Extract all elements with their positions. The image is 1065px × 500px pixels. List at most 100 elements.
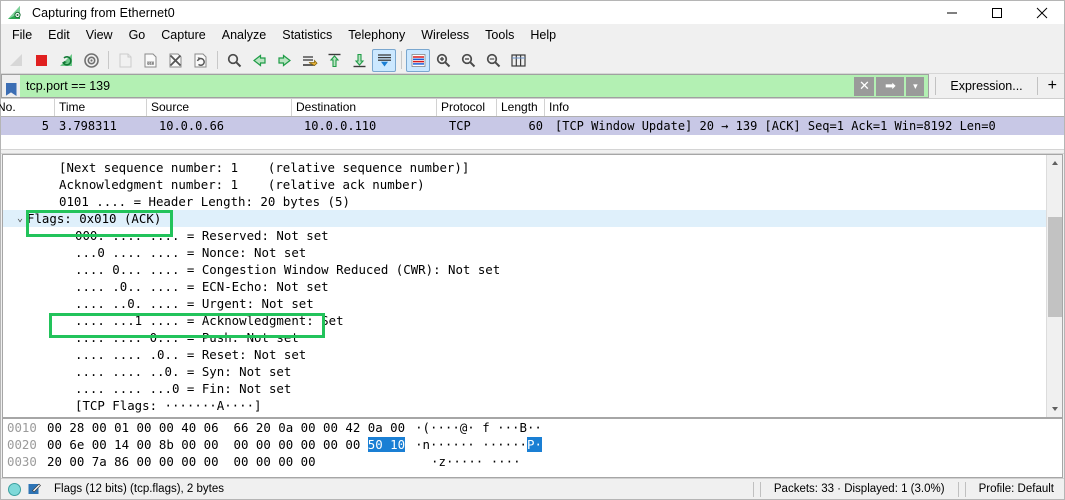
menu-capture[interactable]: Capture — [153, 25, 213, 46]
details-vertical-scrollbar[interactable] — [1046, 155, 1062, 417]
save-file-icon[interactable]: 010 — [138, 49, 162, 72]
go-to-first-packet-icon[interactable] — [322, 49, 346, 72]
minimize-button[interactable] — [929, 1, 974, 24]
detail-tree-label: [Next sequence number: 1 (relative seque… — [59, 160, 470, 175]
scrollbar-thumb[interactable] — [1048, 217, 1062, 317]
menu-analyze[interactable]: Analyze — [214, 25, 274, 46]
packet-details-pane: [Next sequence number: 1 (relative seque… — [2, 154, 1063, 418]
add-filter-button-button[interactable]: + — [1044, 74, 1064, 98]
filter-expression-button[interactable]: Expression... — [942, 74, 1030, 98]
scroll-down-arrow-icon[interactable] — [1047, 401, 1062, 417]
detail-tree-row[interactable]: .... 0... .... = Congestion Window Reduc… — [3, 261, 1046, 278]
column-header-length[interactable]: Length — [497, 99, 545, 116]
detail-tree-row[interactable]: .... ..0. .... = Urgent: Not set — [3, 295, 1046, 312]
status-profile[interactable]: Profile: Default — [969, 483, 1064, 495]
menu-help[interactable]: Help — [522, 25, 564, 46]
detail-tree-row[interactable]: 000. .... .... = Reserved: Not set — [3, 227, 1046, 244]
open-file-icon[interactable] — [113, 49, 137, 72]
toolbar-separator — [108, 51, 109, 69]
clear-filter-button[interactable]: ✕ — [854, 76, 875, 96]
display-filter-input[interactable]: tcp.port == 139 — [20, 74, 855, 98]
stop-capture-icon[interactable] — [29, 49, 53, 72]
find-packet-icon[interactable] — [222, 49, 246, 72]
detail-tree-label: .... .... 0... = Push: Not set — [75, 330, 299, 345]
chevron-down-icon[interactable]: ⌄ — [13, 210, 27, 227]
main-toolbar: 010 — [1, 47, 1064, 74]
toolbar-separator — [401, 51, 402, 69]
cell-protocol: TCP — [449, 119, 471, 133]
menu-bar: File Edit View Go Capture Analyze Statis… — [1, 24, 1064, 47]
go-back-icon[interactable] — [247, 49, 271, 72]
packet-list-pane: No. Time Source Destination Protocol Len… — [0, 99, 1064, 149]
column-header-info[interactable]: Info — [545, 99, 1064, 116]
detail-tree-row[interactable]: ⌄ Flags: 0x010 (ACK) — [3, 210, 1046, 227]
resize-columns-icon[interactable] — [506, 49, 530, 72]
cell-time: 3.798311 — [59, 119, 117, 133]
detail-tree-row[interactable]: [Next sequence number: 1 (relative seque… — [3, 159, 1046, 176]
menu-edit[interactable]: Edit — [40, 25, 78, 46]
go-to-last-packet-icon[interactable] — [347, 49, 371, 72]
hex-offset: 0020 — [7, 437, 37, 452]
detail-tree-row[interactable]: .... ...1 .... = Acknowledgment: Set — [3, 312, 1046, 329]
capture-comment-icon[interactable] — [28, 483, 42, 496]
menu-view[interactable]: View — [78, 25, 121, 46]
column-header-source[interactable]: Source — [147, 99, 292, 116]
restart-capture-icon[interactable] — [54, 49, 78, 72]
menu-tools[interactable]: Tools — [477, 25, 522, 46]
detail-tree-row[interactable]: 0101 .... = Header Length: 20 bytes (5) — [3, 193, 1046, 210]
apply-filter-button[interactable]: ➡ — [876, 76, 905, 96]
detail-tree-row[interactable]: ...0 .... .... = Nonce: Not set — [3, 244, 1046, 261]
colorize-packets-icon[interactable] — [406, 48, 430, 72]
expert-info-bubble-icon[interactable] — [8, 482, 21, 496]
table-row[interactable]: 5 3.798311 10.0.0.66 10.0.0.110 TCP 60 [… — [1, 117, 1064, 135]
filter-history-dropdown-icon[interactable]: ▾ — [906, 76, 925, 96]
close-button[interactable] — [1019, 1, 1064, 24]
hex-bytes: 00 28 00 01 00 00 40 06 66 20 0a 00 00 4… — [47, 420, 406, 435]
go-forward-icon[interactable] — [272, 49, 296, 72]
column-header-time[interactable]: Time — [55, 99, 147, 116]
menu-wireless[interactable]: Wireless — [413, 25, 477, 46]
detail-tree-label: .... ..0. .... = Urgent: Not set — [75, 296, 314, 311]
menu-go[interactable]: Go — [121, 25, 154, 46]
reload-file-icon[interactable] — [188, 49, 212, 72]
auto-scroll-icon[interactable] — [372, 48, 396, 72]
status-capture-stats-group: Packets: 33 · Displayed: 1 (3.0%) Profil… — [750, 481, 1064, 497]
detail-tree-label: .... .... ..0. = Syn: Not set — [75, 364, 292, 379]
column-header-no[interactable]: No. — [0, 99, 55, 116]
scroll-up-arrow-icon[interactable] — [1047, 155, 1062, 171]
hex-offset: 0010 — [7, 420, 37, 435]
maximize-button[interactable] — [974, 1, 1019, 24]
go-to-packet-icon[interactable] — [297, 49, 321, 72]
svg-text:010: 010 — [147, 61, 154, 65]
filter-buttons: ✕ ➡ ▾ — [854, 74, 930, 98]
column-header-protocol[interactable]: Protocol — [437, 99, 497, 116]
capture-options-icon[interactable] — [79, 49, 103, 72]
hex-bytes: 00 6e 00 14 00 8b 00 00 00 00 00 00 00 0… — [47, 437, 406, 452]
packet-bytes-pane[interactable]: 0010 00 28 00 01 00 00 40 06 66 20 0a 00… — [2, 418, 1063, 478]
detail-tree-row[interactable]: .... .... ..0. = Syn: Not set — [3, 363, 1046, 380]
close-file-icon[interactable] — [163, 49, 187, 72]
cell-info: [TCP Window Update] 20 → 139 [ACK] Seq=1… — [555, 119, 996, 133]
menu-telephony[interactable]: Telephony — [340, 25, 413, 46]
column-header-destination[interactable]: Destination — [292, 99, 437, 116]
cell-source: 10.0.0.66 — [159, 119, 225, 133]
packet-list-header: No. Time Source Destination Protocol Len… — [0, 99, 1064, 117]
detail-tree-row[interactable]: .... .... ...0 = Fin: Not set — [3, 380, 1046, 397]
detail-tree-row[interactable]: .... .0.. .... = ECN-Echo: Not set — [3, 278, 1046, 295]
detail-tree-row[interactable]: .... .... .0.. = Reset: Not set — [3, 346, 1046, 363]
hex-row: 0020 00 6e 00 14 00 8b 00 00 00 00 00 00… — [3, 436, 1062, 453]
menu-statistics[interactable]: Statistics — [274, 25, 340, 46]
filter-bookmark-icon[interactable] — [1, 74, 20, 98]
hex-offset: 0030 — [7, 454, 37, 469]
zoom-out-icon[interactable] — [456, 49, 480, 72]
packet-details-tree[interactable]: [Next sequence number: 1 (relative seque… — [3, 155, 1046, 417]
start-capture-icon[interactable] — [4, 49, 28, 72]
detail-tree-row[interactable]: [TCP Flags: ·······A····] — [3, 397, 1046, 414]
detail-tree-row[interactable]: Acknowledgment number: 1 (relative ack n… — [3, 176, 1046, 193]
detail-tree-label: ...0 .... .... = Nonce: Not set — [75, 245, 307, 260]
zoom-in-icon[interactable] — [431, 49, 455, 72]
detail-tree-row[interactable]: .... .... 0... = Push: Not set — [3, 329, 1046, 346]
hex-ascii: ·z····· ···· — [423, 454, 521, 469]
menu-file[interactable]: File — [4, 25, 40, 46]
normal-size-icon[interactable] — [481, 49, 505, 72]
